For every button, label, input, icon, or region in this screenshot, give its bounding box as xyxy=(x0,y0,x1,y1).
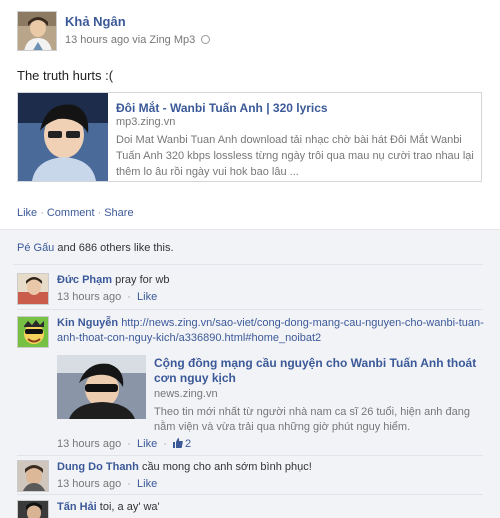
commenter-avatar[interactable] xyxy=(17,273,49,305)
comment-like-button[interactable]: Like xyxy=(137,291,157,303)
attachment-title[interactable]: Cộng đồng mạng cầu nguyện cho Wanbi Tuấn… xyxy=(154,356,484,386)
comment-body: Tấn Hải toi, a ay' wa' xyxy=(57,500,487,515)
likes-summary: Pé Gấu and 686 others like this. xyxy=(17,242,174,254)
comment-like-count[interactable]: 2 xyxy=(173,438,191,450)
comment-text: cầu mong cho anh sớm bình phục! xyxy=(141,461,312,473)
comment-text: toi, a ay' wa' xyxy=(99,501,160,513)
commenter-name[interactable]: Kin Nguyễn xyxy=(57,317,118,329)
via-label: via xyxy=(132,34,147,46)
post-card: Khả Ngân 13 hours ago via Zing Mp3 The t… xyxy=(0,0,500,219)
commenter-name[interactable]: Dung Do Thanh xyxy=(57,461,139,473)
comment-timestamp[interactable]: 13 hours ago xyxy=(57,438,121,450)
post-action-bar: Like · Comment · Share xyxy=(17,207,134,219)
likes-count-text[interactable]: and 686 others like this. xyxy=(54,242,173,254)
like-button[interactable]: Like xyxy=(17,207,37,219)
status-message: The truth hurts :( xyxy=(17,68,114,83)
comment-text: pray for wb xyxy=(115,274,170,286)
comment-timestamp[interactable]: 13 hours ago xyxy=(57,291,121,303)
liker-name[interactable]: Pé Gấu xyxy=(17,242,54,254)
comment-meta: 13 hours ago · Like xyxy=(57,290,487,305)
post-meta: 13 hours ago via Zing Mp3 xyxy=(65,34,211,46)
comment-link[interactable]: http://news.zing.vn/sao-viet/cong-dong-m… xyxy=(57,317,484,344)
author-name[interactable]: Khả Ngân xyxy=(65,14,126,29)
comment-timestamp[interactable]: 13 hours ago xyxy=(57,478,121,490)
divider xyxy=(17,309,483,310)
separator: · xyxy=(127,438,131,450)
share-button[interactable]: Share xyxy=(104,207,133,219)
separator: · xyxy=(97,207,102,219)
commenter-avatar[interactable] xyxy=(17,460,49,492)
attachment-domain: news.zing.vn xyxy=(154,388,218,400)
comment-meta: 13 hours ago · Like xyxy=(57,477,487,492)
shared-link-thumbnail[interactable] xyxy=(18,93,108,181)
comment-body: Kin Nguyễn http://news.zing.vn/sao-viet/… xyxy=(57,316,487,346)
divider xyxy=(17,455,483,456)
shared-link-title[interactable]: Đôi Mắt - Wanbi Tuấn Anh | 320 lyrics xyxy=(116,101,328,115)
commenter-name[interactable]: Tấn Hải xyxy=(57,501,97,513)
author-avatar[interactable] xyxy=(17,11,57,51)
comment-body: Đức Phạm pray for wb 13 hours ago · Like xyxy=(57,273,487,305)
comment-body: Dung Do Thanh cầu mong cho anh sớm bình … xyxy=(57,460,487,492)
separator: · xyxy=(163,438,167,450)
globe-icon[interactable] xyxy=(201,35,211,44)
shared-link-domain: mp3.zing.vn xyxy=(116,116,176,128)
attachment-description: Theo tin mới nhất từ người nhà nam ca sĩ… xyxy=(154,406,470,433)
post-timestamp[interactable]: 13 hours ago xyxy=(65,34,129,46)
comment-button[interactable]: Comment xyxy=(47,207,95,219)
commenter-name[interactable]: Đức Phạm xyxy=(57,274,112,286)
attachment-thumbnail[interactable] xyxy=(57,355,146,419)
comment-attachment[interactable]: Cộng đồng mạng cầu nguyện cho Wanbi Tuấn… xyxy=(57,355,487,433)
commenter-avatar[interactable] xyxy=(17,316,49,348)
commenter-avatar[interactable] xyxy=(17,500,49,518)
feedback-section: Pé Gấu and 686 others like this. Đức Phạ… xyxy=(0,229,500,518)
comment-like-button[interactable]: Like xyxy=(137,438,157,450)
thumbs-up-icon xyxy=(173,438,183,448)
via-app[interactable]: Zing Mp3 xyxy=(149,34,195,46)
comment-like-button[interactable]: Like xyxy=(137,478,157,490)
shared-link-card[interactable]: Đôi Mắt - Wanbi Tuấn Anh | 320 lyrics mp… xyxy=(17,92,482,182)
separator: · xyxy=(127,478,131,490)
shared-link-description: Doi Mat Wanbi Tuan Anh download tải nhạc… xyxy=(116,134,474,178)
separator: · xyxy=(127,291,131,303)
divider xyxy=(17,494,483,495)
comment-meta: 13 hours ago · Like · 2 xyxy=(57,438,191,450)
like-count: 2 xyxy=(185,438,192,450)
divider xyxy=(13,264,483,265)
separator: · xyxy=(40,207,44,219)
